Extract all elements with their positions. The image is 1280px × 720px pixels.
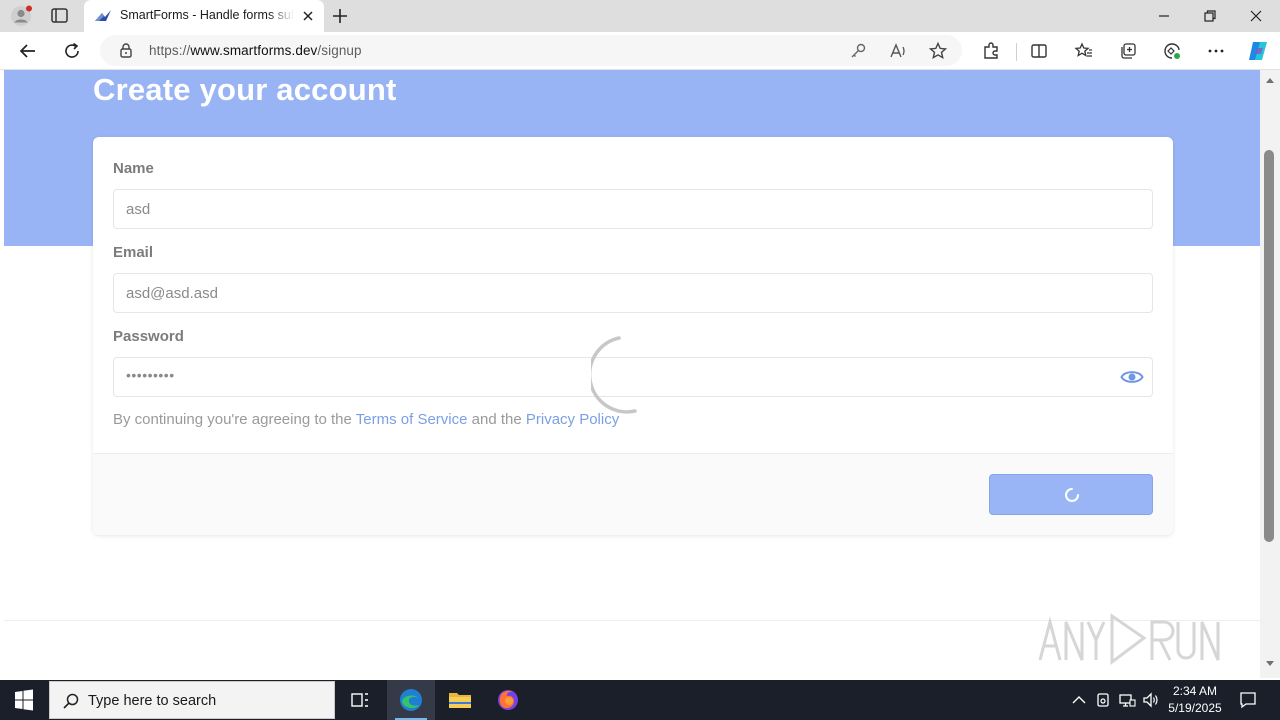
volume-icon[interactable] — [1142, 691, 1160, 709]
tab-title: SmartForms - Handle forms submissions — [120, 8, 294, 22]
search-placeholder: Type here to search — [88, 693, 217, 709]
smartforms-favicon-icon — [95, 10, 111, 21]
show-password-eye-icon[interactable] — [1120, 367, 1144, 387]
more-options-icon[interactable] — [1206, 41, 1226, 61]
search-icon — [63, 693, 79, 709]
taskbar-search-box[interactable]: Type here to search — [49, 681, 335, 719]
submit-button-loading[interactable] — [989, 474, 1153, 515]
password-key-icon[interactable] — [848, 41, 868, 61]
copilot-icon[interactable] — [1246, 39, 1270, 63]
email-field[interactable]: asd@asd.asd — [113, 273, 1153, 313]
minimize-window-icon[interactable] — [1154, 6, 1174, 26]
system-clock[interactable]: 2:34 AM 5/19/2025 — [1164, 683, 1226, 717]
split-screen-icon[interactable] — [1029, 41, 1049, 61]
windows-start-icon[interactable] — [0, 680, 48, 720]
button-loading-spinner-icon — [1065, 488, 1079, 502]
url-prefix: https:// — [149, 43, 191, 58]
browser-toolbar: https://www.smartforms.dev/signup — [0, 32, 1280, 70]
email-value: asd@asd.asd — [126, 285, 218, 302]
address-bar[interactable]: https://www.smartforms.dev/signup — [100, 35, 962, 66]
taskbar-firefox-app[interactable] — [484, 680, 532, 720]
close-tab-icon[interactable] — [300, 8, 316, 24]
name-field[interactable]: asd — [113, 189, 1153, 229]
password-label: Password — [113, 328, 184, 345]
form-footer — [93, 453, 1173, 535]
terms-notice: By continuing you're agreeing to the Ter… — [113, 411, 619, 428]
scroll-down-arrow-icon[interactable] — [1265, 660, 1275, 668]
terms-prefix: By continuing you're agreeing to the — [113, 411, 356, 428]
toolbar-divider — [1016, 43, 1017, 61]
browser-essentials-icon[interactable] — [1162, 41, 1182, 61]
scroll-thumb[interactable] — [1264, 150, 1274, 542]
name-label: Name — [113, 160, 154, 177]
edge-browser-icon — [400, 689, 422, 711]
anyrun-watermark-logo — [1038, 613, 1220, 665]
clock-time: 2:34 AM — [1172, 684, 1218, 698]
read-aloud-icon[interactable] — [888, 41, 908, 61]
firefox-icon — [498, 690, 518, 710]
page-loading-spinner-icon — [591, 336, 637, 414]
task-view-button[interactable] — [336, 680, 384, 720]
email-label: Email — [113, 244, 154, 261]
close-window-icon[interactable] — [1246, 6, 1266, 26]
extensions-icon[interactable] — [981, 41, 1001, 61]
device-tray-icon[interactable] — [1094, 691, 1112, 709]
show-hidden-icons-chevron-icon[interactable] — [1070, 691, 1088, 709]
favorites-icon[interactable] — [1074, 41, 1094, 61]
profile-avatar-icon[interactable] — [10, 5, 32, 27]
windows-taskbar: Type here to search 2:34 AM 5/19/2025 — [0, 680, 1280, 720]
url-domain: www.smartforms.dev — [190, 43, 318, 58]
terms-middle: and the — [467, 411, 526, 428]
page-title: Create your account — [93, 72, 397, 107]
terms-of-service-link[interactable]: Terms of Service — [356, 411, 468, 428]
page-scrollbar[interactable] — [1260, 70, 1280, 678]
scroll-up-arrow-icon[interactable] — [1265, 76, 1275, 84]
password-value: ••••••••• — [126, 367, 175, 383]
taskbar-file-explorer-app[interactable] — [435, 680, 483, 720]
url-path: /signup — [317, 43, 362, 58]
file-explorer-folder-icon — [449, 693, 471, 708]
notifications-icon[interactable] — [1238, 690, 1258, 710]
refresh-icon[interactable] — [62, 41, 82, 61]
collections-icon[interactable] — [1118, 41, 1138, 61]
tab-actions-icon[interactable] — [50, 7, 70, 25]
task-view-icon — [351, 693, 368, 707]
active-tab[interactable]: SmartForms - Handle forms submissions — [84, 0, 324, 32]
page-viewport: Create your account Name asd Email asd@a… — [4, 70, 1260, 678]
favorite-star-icon[interactable] — [928, 41, 948, 61]
name-value: asd — [126, 201, 151, 218]
url-text[interactable]: https://www.smartforms.dev/signup — [149, 43, 362, 58]
clock-date: 5/19/2025 — [1168, 701, 1222, 715]
taskbar-edge-app[interactable] — [387, 680, 435, 720]
network-icon[interactable] — [1118, 691, 1136, 709]
browser-tab-strip: SmartForms - Handle forms submissions — [0, 0, 1280, 32]
back-arrow-icon[interactable] — [18, 41, 38, 61]
new-tab-icon[interactable] — [330, 6, 350, 26]
lock-icon[interactable] — [118, 42, 134, 58]
restore-window-icon[interactable] — [1200, 6, 1220, 26]
